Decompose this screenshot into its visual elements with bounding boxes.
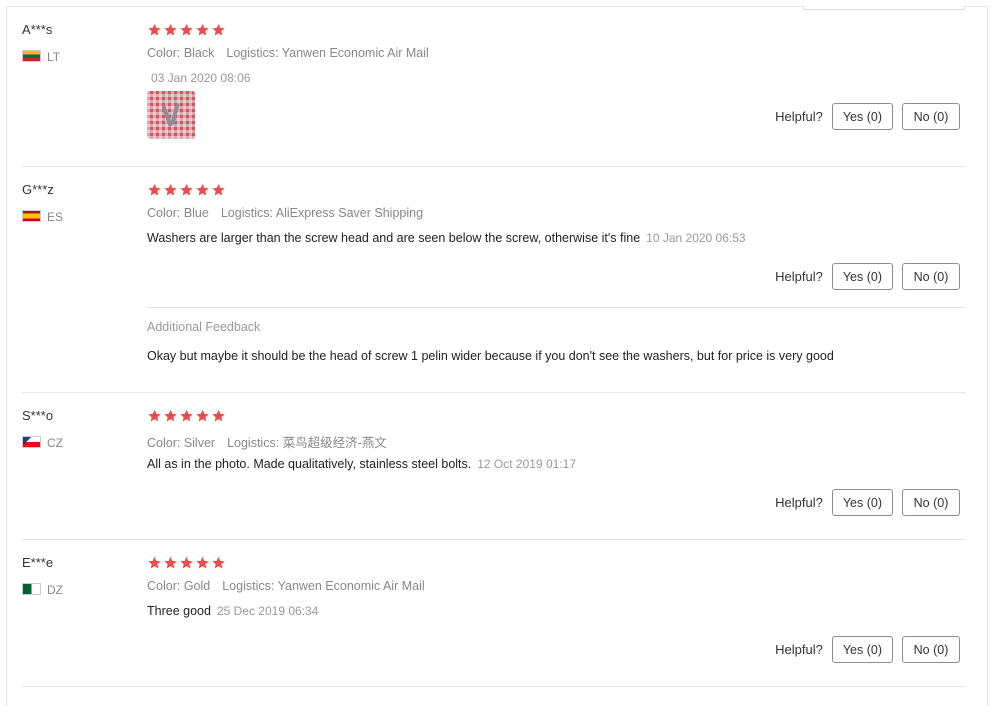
top-dropdown-edge[interactable] <box>803 6 965 10</box>
country-code: LT <box>47 49 61 64</box>
helpful-label: Helpful? <box>775 642 823 657</box>
helpful-controls: Helpful? Yes (0) No (0) <box>775 103 960 130</box>
product-color: Color: Gold <box>147 579 211 593</box>
helpful-label: Helpful? <box>775 495 823 510</box>
star-icon <box>180 23 193 36</box>
star-icon <box>212 23 225 36</box>
star-icon <box>212 183 225 196</box>
review-meta: Color: Black Logistics: Yanwen Economic A… <box>147 46 429 60</box>
star-icon <box>180 556 193 569</box>
helpful-no-button[interactable]: No (0) <box>902 103 960 130</box>
reviewer-country: DZ <box>22 581 63 599</box>
review-body: Three good <box>147 604 211 618</box>
review-item: A***s LT Color: Black Logistics: Yanwen E… <box>22 22 966 167</box>
helpful-no-button[interactable]: No (0) <box>902 636 960 663</box>
review-meta: Color: Silver Logistics: 菜鸟超级经济-燕文 <box>147 432 387 451</box>
star-icon <box>196 183 209 196</box>
reviewer-country: CZ <box>22 434 63 452</box>
star-icon <box>164 23 177 36</box>
star-icon <box>196 23 209 36</box>
star-icon <box>148 183 161 196</box>
product-color: Color: Black <box>147 46 215 60</box>
helpful-yes-button[interactable]: Yes (0) <box>831 103 893 130</box>
helpful-yes-button[interactable]: Yes (0) <box>831 263 893 290</box>
star-icon <box>164 556 177 569</box>
review-text: All as in the photo. Made qualitatively,… <box>147 457 576 471</box>
helpful-yes-button[interactable]: Yes (0) <box>831 489 893 516</box>
star-icon <box>180 183 193 196</box>
star-rating <box>147 556 226 570</box>
czech-flag-icon <box>22 435 41 448</box>
spain-flag-icon <box>22 209 41 222</box>
country-code: ES <box>47 209 64 224</box>
helpful-label: Helpful? <box>775 269 823 284</box>
star-icon <box>148 556 161 569</box>
review-item: S***o CZ Color: Silver Logistics: 菜鸟超级经济-… <box>22 408 966 540</box>
logistics-info: Logistics: AliExpress Saver Shipping <box>220 206 424 220</box>
star-rating <box>147 409 226 423</box>
helpful-label: Helpful? <box>775 109 823 124</box>
logistics-info: Logistics: Yanwen Economic Air Mail <box>222 579 425 593</box>
logistics-info: Logistics: 菜鸟超级经济-燕文 <box>227 436 387 450</box>
lithuania-flag-icon <box>22 49 41 62</box>
reviewer-name: G***z <box>22 182 54 197</box>
reviewer-country: LT <box>22 48 60 66</box>
helpful-controls: Helpful? Yes (0) No (0) <box>775 636 960 663</box>
star-rating <box>147 183 226 197</box>
algeria-flag-icon <box>22 582 41 595</box>
product-color: Color: Silver <box>147 436 216 450</box>
helpful-yes-button[interactable]: Yes (0) <box>831 636 893 663</box>
review-date: 12 Oct 2019 01:17 <box>477 457 576 471</box>
review-date: 25 Dec 2019 06:34 <box>216 604 319 618</box>
star-icon <box>164 183 177 196</box>
star-icon <box>196 409 209 422</box>
review-body: Washers are larger than the screw head a… <box>147 231 641 245</box>
star-icon <box>148 409 161 422</box>
reviewer-name: S***o <box>22 408 54 423</box>
review-date: 10 Jan 2020 06:53 <box>646 231 746 245</box>
reviewer-country: ES <box>22 208 63 226</box>
review-item: E***e DZ Color: Gold Logistics: Yanwen Ec… <box>22 555 966 687</box>
helpful-controls: Helpful? Yes (0) No (0) <box>775 263 960 290</box>
star-rating <box>147 23 226 37</box>
star-icon <box>212 556 225 569</box>
additional-feedback-title: Additional Feedback <box>147 320 261 334</box>
country-code: CZ <box>47 435 63 450</box>
review-meta: Color: Gold Logistics: Yanwen Economic Ai… <box>147 579 425 593</box>
star-icon <box>164 409 177 422</box>
additional-feedback: Additional Feedback Okay but maybe it sh… <box>147 307 966 394</box>
review-meta: Color: Blue Logistics: AliExpress Saver S… <box>147 206 423 220</box>
helpful-controls: Helpful? Yes (0) No (0) <box>775 489 960 516</box>
reviewer-name: A***s <box>22 22 53 37</box>
logistics-info: Logistics: Yanwen Economic Air Mail <box>226 46 429 60</box>
additional-feedback-text: Okay but maybe it should be the head of … <box>147 349 834 363</box>
helpful-no-button[interactable]: No (0) <box>902 489 960 516</box>
country-code: DZ <box>47 582 63 597</box>
review-item: G***z ES Color: Blue Logistics: AliExpres… <box>22 182 966 393</box>
review-date: 03 Jan 2020 08:06 <box>151 71 251 85</box>
review-body: All as in the photo. Made qualitatively,… <box>147 457 472 471</box>
star-icon <box>148 23 161 36</box>
reviewer-name: E***e <box>22 555 54 570</box>
product-color: Color: Blue <box>147 206 209 220</box>
star-icon <box>196 556 209 569</box>
review-photo-thumbnail[interactable] <box>147 91 195 139</box>
helpful-no-button[interactable]: No (0) <box>902 263 960 290</box>
star-icon <box>212 409 225 422</box>
review-text: Washers are larger than the screw head a… <box>147 231 746 245</box>
star-icon <box>180 409 193 422</box>
review-text: Three good 25 Dec 2019 06:34 <box>147 604 318 618</box>
